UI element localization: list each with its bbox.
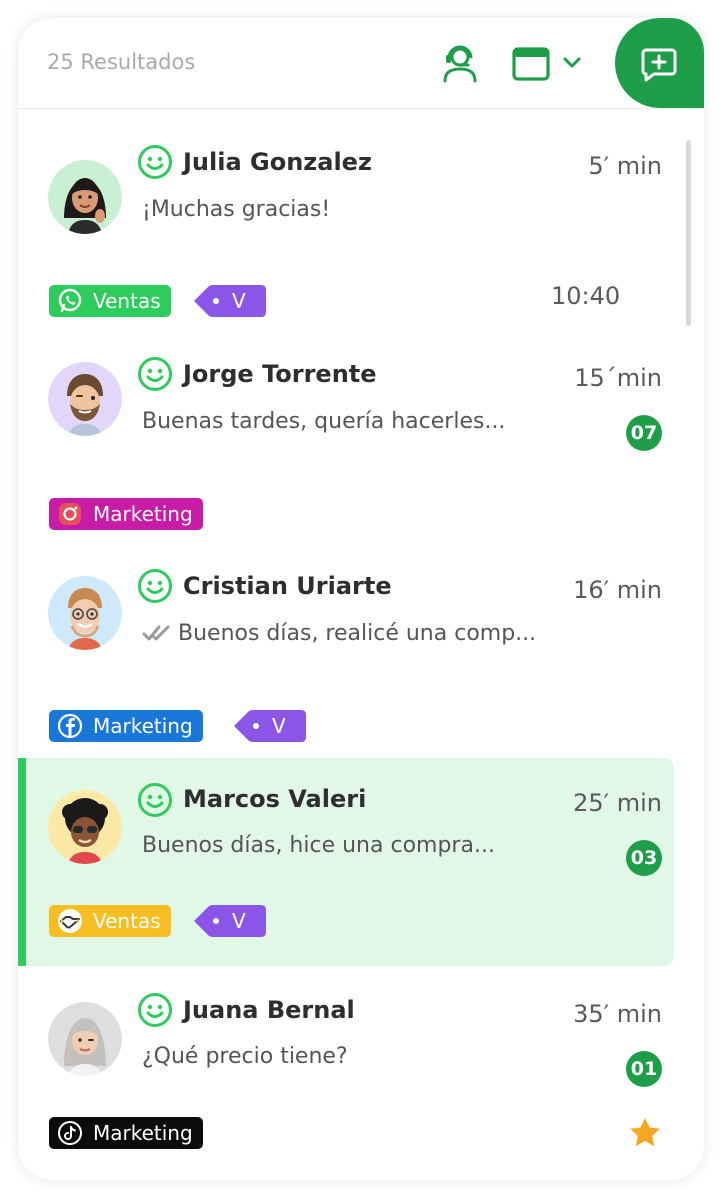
conversation-item[interactable]: Julia Gonzalez 5′ min ¡Muchas gracias! V… [18,126,704,334]
label-tag[interactable]: V [234,710,306,742]
conversation-list-header: 25 Resultados [18,18,704,109]
avatar [48,790,122,864]
star-icon[interactable] [628,1116,662,1150]
agent-headset-icon[interactable] [440,44,480,84]
new-chat-button[interactable] [615,18,704,108]
conversation-item[interactable]: Jorge Torrente 15´min Buenas tardes, que… [18,338,704,546]
instagram-icon [59,503,81,525]
channel-tag-label: Ventas [93,289,161,313]
chevron-down-icon[interactable] [562,54,582,70]
new-chat-icon [641,48,677,82]
smiley-icon [138,783,172,817]
smiley-icon [138,357,172,391]
label-tag-shape [194,905,266,937]
label-tag-shape [234,710,306,742]
smiley-icon [138,569,172,603]
scheduled-time: 10:40 [551,282,621,310]
channel-tag-tiktok[interactable]: Marketing [49,1117,203,1149]
contact-name: Cristian Uriarte [183,572,392,600]
message-preview: ¿Qué precio tiene? [142,1044,348,1069]
channel-tag-label: Ventas [93,909,161,933]
contact-name: Jorge Torrente [183,360,377,388]
facebook-icon [57,713,83,739]
whatsapp-icon [58,288,82,313]
handshake-icon [58,909,82,933]
channel-tag-instagram[interactable]: Marketing [49,498,203,530]
conversation-item-selected[interactable]: Marcos Valeri 25′ min Buenos días, hice … [18,758,674,966]
contact-name: Marcos Valeri [183,785,367,813]
contact-name: Juana Bernal [183,996,355,1024]
tiktok-icon [58,1121,82,1145]
conversation-time: 25′ min [573,789,662,817]
conversation-time: 35′ min [573,1000,662,1028]
smiley-icon [138,145,172,179]
conversation-time: 15´min [574,364,662,392]
conversation-time: 16′ min [573,576,662,604]
channel-tag-label: Marketing [93,1121,193,1145]
label-tag-shape [194,285,266,317]
window-icon[interactable] [512,46,550,82]
message-preview: Buenas tardes, quería hacerles... [142,409,506,434]
channel-tag-facebook[interactable]: Marketing [49,710,203,742]
conversation-panel: 25 Resultados Julia Gonzalez 5′ min ¡Muc… [18,18,704,1180]
channel-tag-ventas[interactable]: Ventas [49,905,171,937]
unread-badge: 01 [626,1051,662,1087]
label-tag-text: V [232,289,246,313]
label-tag[interactable]: V [194,285,266,317]
label-tag-text: V [272,714,286,738]
double-check-icon [142,625,170,641]
avatar [48,576,122,650]
avatar [48,160,122,234]
message-preview: Buenos días, hice una compra... [142,833,495,858]
label-tag-text: V [232,909,246,933]
contact-name: Julia Gonzalez [183,148,372,176]
unread-badge: 03 [626,840,662,876]
smiley-icon [138,993,172,1027]
message-preview: Buenos días, realicé una comp... [178,621,537,646]
conversation-time: 5′ min [588,152,662,180]
channel-tag-label: Marketing [93,502,193,526]
channel-tag-whatsapp[interactable]: Ventas [49,285,171,317]
label-tag[interactable]: V [194,905,266,937]
selection-indicator [18,758,26,966]
message-preview-row: Buenos días, realicé una comp... [142,621,536,646]
conversation-item[interactable]: Cristian Uriarte 16′ min Buenos días, re… [18,550,704,758]
results-count: 25 Resultados [47,50,196,74]
conversation-item[interactable]: Juana Bernal 35′ min ¿Qué precio tiene? … [18,974,704,1180]
avatar [48,362,122,436]
avatar [48,1002,122,1076]
message-preview: ¡Muchas gracias! [142,197,331,222]
channel-tag-label: Marketing [93,714,193,738]
unread-badge: 07 [626,415,662,451]
